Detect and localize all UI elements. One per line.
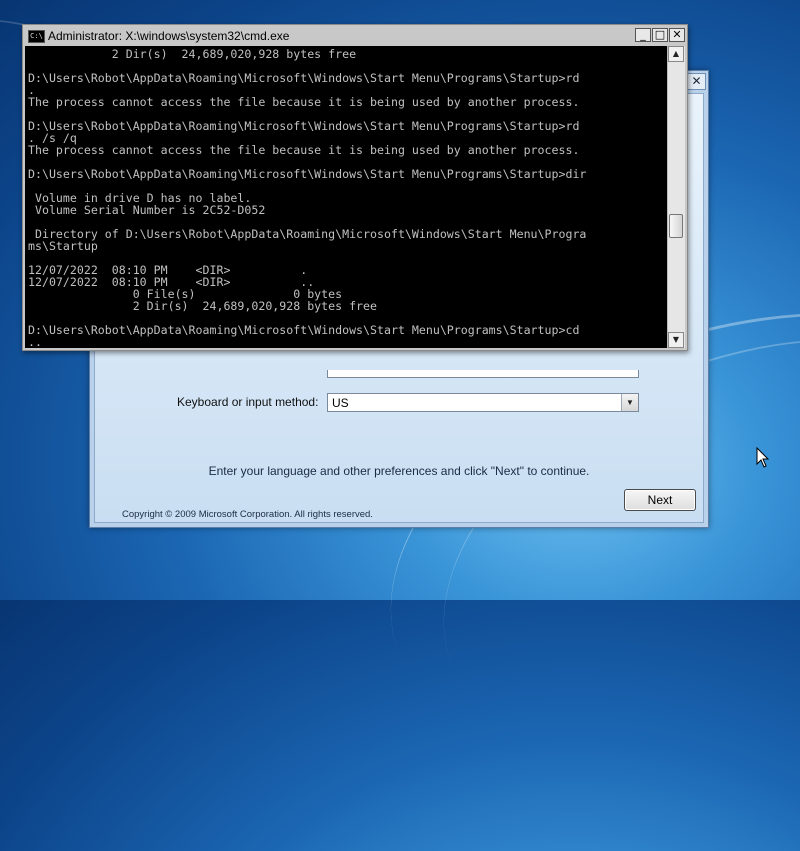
console-line: Directory of D:\Users\Robot\AppData\Roam… xyxy=(28,227,587,241)
next-button[interactable]: Next xyxy=(624,489,696,511)
keyboard-select[interactable]: US ▼ xyxy=(327,393,639,412)
instruction-text: Enter your language and other preference… xyxy=(208,464,590,478)
close-button[interactable]: ✕ xyxy=(669,28,685,42)
console-line: 2 Dir(s) 24,689,020,928 bytes free xyxy=(28,47,357,61)
console-output[interactable]: 2 Dir(s) 24,689,020,928 bytes free D:\Use… xyxy=(25,46,668,348)
console-line: The process cannot access the file becau… xyxy=(28,143,580,157)
arrow-up-icon[interactable]: ▲ xyxy=(668,46,684,62)
keyboard-label: Keyboard or input method: xyxy=(177,395,318,409)
console-line: D:\Users\Robot\AppData\Roaming\Microsoft… xyxy=(28,119,580,133)
console-line: D:\Users\Robot\AppData\Roaming\Microsoft… xyxy=(28,167,587,181)
setup-close-button[interactable]: ✕ xyxy=(687,73,706,90)
dropdown-partial[interactable] xyxy=(327,370,639,378)
minimize-button[interactable]: _ xyxy=(635,28,651,42)
console-line: Volume Serial Number is 2C52-D052 xyxy=(28,203,266,217)
mouse-pointer-icon xyxy=(756,447,770,468)
cmd-app-icon: C:\ xyxy=(28,30,45,43)
console-line: .. xyxy=(28,335,42,348)
console-line: ms\Startup xyxy=(28,239,98,253)
keyboard-select-value: US xyxy=(332,396,349,410)
maximize-button[interactable]: □ xyxy=(652,28,668,42)
console-line: D:\Users\Robot\AppData\Roaming\Microsoft… xyxy=(28,323,580,337)
cmd-window: C:\ Administrator: X:\windows\system32\c… xyxy=(22,24,688,351)
chevron-down-icon[interactable]: ▼ xyxy=(621,394,638,411)
cmd-window-title: Administrator: X:\windows\system32\cmd.e… xyxy=(48,29,290,43)
console-line: 2 Dir(s) 24,689,020,928 bytes free xyxy=(28,299,378,313)
copyright-text: Copyright © 2009 Microsoft Corporation. … xyxy=(122,509,373,520)
console-scrollbar[interactable]: ▲ ▼ xyxy=(667,46,685,348)
console-line: The process cannot access the file becau… xyxy=(28,95,580,109)
console-line: D:\Users\Robot\AppData\Roaming\Microsoft… xyxy=(28,71,580,85)
keyboard-label-text: Keyboard or input method: xyxy=(177,395,319,409)
scrollbar-thumb[interactable] xyxy=(669,214,683,238)
cmd-titlebar[interactable]: C:\ Administrator: X:\windows\system32\c… xyxy=(25,27,685,46)
arrow-down-icon[interactable]: ▼ xyxy=(668,332,684,348)
